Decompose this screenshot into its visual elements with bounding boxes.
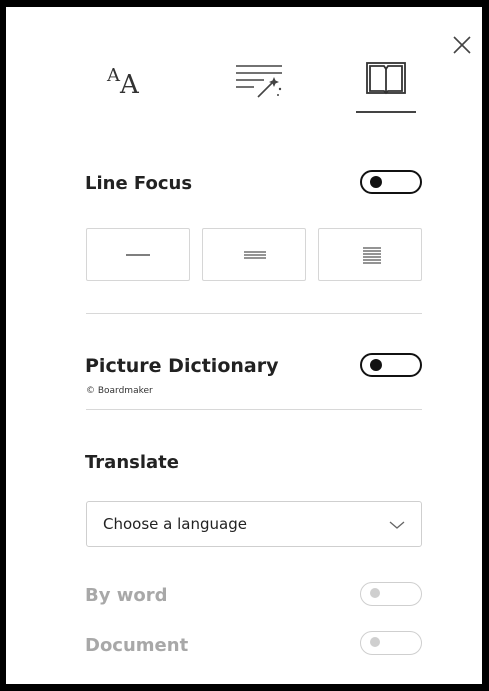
five-lines-icon [363, 247, 381, 264]
document-label: Document [85, 635, 189, 656]
text-size-glyph-small: A [107, 65, 120, 86]
divider [86, 313, 422, 314]
by-word-label: By word [85, 585, 168, 606]
close-icon [453, 36, 471, 54]
chevron-down-icon [389, 521, 405, 529]
toggle-knob [370, 176, 382, 188]
translate-label: Translate [85, 452, 179, 473]
three-lines-icon [244, 251, 266, 259]
toggle-knob [370, 588, 380, 598]
grammar-sparkle-icon [236, 65, 282, 98]
language-select-value: Choose a language [103, 515, 247, 533]
book-icon [366, 62, 406, 95]
language-select[interactable]: Choose a language [86, 501, 422, 547]
tab-grammar-options[interactable] [230, 57, 290, 117]
tab-text-options[interactable]: A A [101, 57, 161, 117]
one-line-icon [126, 254, 150, 256]
toggle-knob [370, 359, 382, 371]
line-focus-one-line-button[interactable] [86, 228, 190, 281]
line-focus-toggle[interactable] [360, 170, 422, 194]
boardmaker-caption: © Boardmaker [86, 386, 153, 396]
line-focus-three-lines-button[interactable] [202, 228, 306, 281]
line-focus-five-lines-button[interactable] [318, 228, 422, 281]
close-button[interactable] [449, 32, 475, 58]
selected-tab-indicator [356, 111, 416, 113]
line-focus-label: Line Focus [85, 173, 193, 194]
immersive-reader-panel: A A Line Focus Picture Dictionary © Boar… [6, 7, 482, 684]
text-size-glyph-big: A [120, 70, 139, 100]
document-toggle[interactable] [360, 631, 422, 655]
picture-dictionary-label: Picture Dictionary [85, 355, 279, 377]
toggle-knob [370, 637, 380, 647]
divider [86, 409, 422, 410]
by-word-toggle[interactable] [360, 582, 422, 606]
tab-reading-preferences[interactable] [356, 57, 416, 117]
picture-dictionary-toggle[interactable] [360, 353, 422, 377]
